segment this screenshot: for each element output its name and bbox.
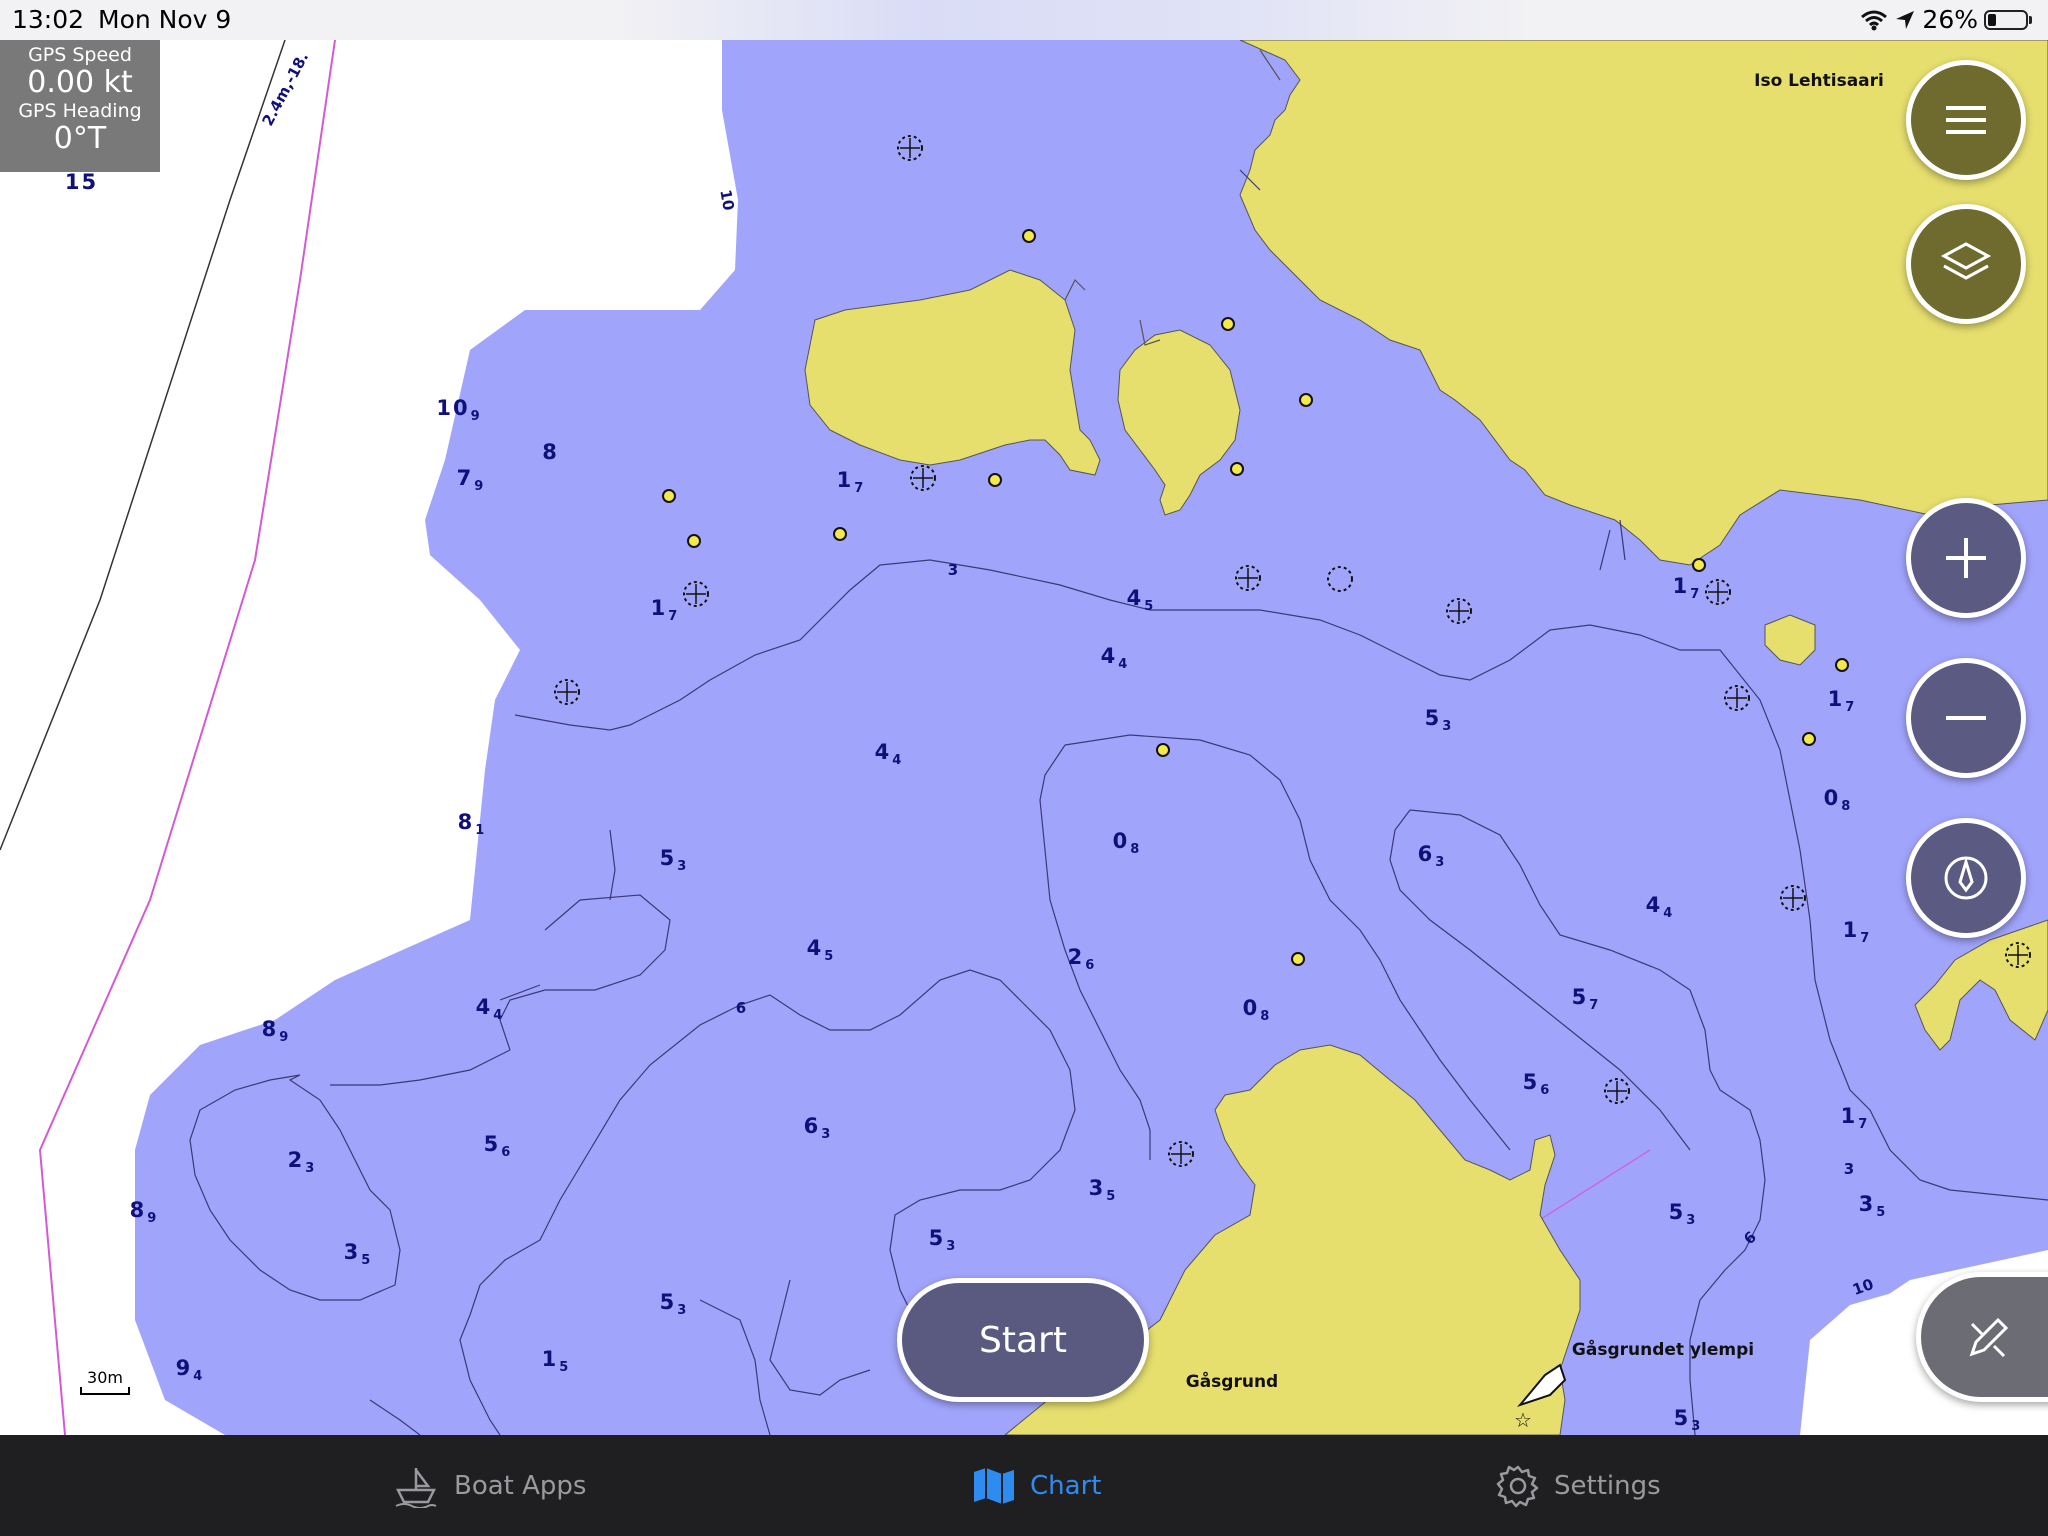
depth-sounding: 44: [1645, 893, 1675, 921]
depth-sounding: 17: [1842, 918, 1872, 946]
zoom-in-button[interactable]: [1906, 498, 2026, 618]
tab-settings-label: Settings: [1554, 1470, 1661, 1501]
depth-sounding: 53: [659, 1290, 689, 1318]
edit-route-button[interactable]: [1916, 1272, 2048, 1402]
depth-sounding: 63: [803, 1114, 833, 1142]
gear-icon: [1496, 1465, 1539, 1507]
start-button[interactable]: Start: [897, 1278, 1149, 1402]
battery-icon: [1984, 9, 2028, 30]
nautical-chart[interactable]: ☆ 2.4m,-18. 10 3 6 3 6 10 Iso Lehtisaari…: [0, 40, 2048, 1435]
svg-text:☆: ☆: [1514, 1408, 1532, 1432]
depth-sounding: 81: [457, 810, 487, 838]
menu-icon: [1946, 106, 1986, 134]
depth-sounding: 44: [1100, 644, 1130, 672]
depth-sounding: 53: [928, 1226, 958, 1254]
contour-label: 10: [716, 188, 738, 212]
depth-sounding: 08: [1823, 786, 1853, 814]
depth-sounding: 44: [475, 995, 505, 1023]
depth-sounding: 45: [1126, 586, 1156, 614]
tab-boat-apps-label: Boat Apps: [454, 1470, 587, 1501]
depth-sounding: 17: [650, 596, 680, 624]
status-date: Mon Nov 9: [98, 5, 232, 34]
depth-sounding: 94: [175, 1356, 205, 1384]
status-bar: 13:02 Mon Nov 9 26%: [0, 0, 2048, 40]
contour-label: 3: [1843, 1160, 1855, 1178]
layers-button[interactable]: [1906, 204, 2026, 324]
tab-settings[interactable]: Settings: [1496, 1435, 1661, 1536]
contour-label: 3: [947, 561, 959, 579]
edit-route-icon: [1969, 1317, 2008, 1358]
scale-bar: 30m: [80, 1368, 130, 1395]
depth-sounding: 53: [659, 846, 689, 874]
gps-speed-value: 0.00 kt: [27, 65, 133, 100]
depth-sounding: 89: [129, 1198, 159, 1226]
depth-sounding: 15: [541, 1347, 571, 1375]
scale-label: 30m: [87, 1368, 123, 1387]
wifi-icon: [1861, 10, 1888, 30]
depth-sounding: 56: [1522, 1070, 1552, 1098]
gps-heading-value: 0°T: [53, 121, 107, 156]
zoom-out-button[interactable]: [1906, 658, 2026, 778]
depth-sounding: 56: [483, 1132, 513, 1160]
depth-sounding: 53: [1424, 706, 1454, 734]
gps-speed-label: GPS Speed: [28, 44, 132, 66]
boat-icon: [395, 1467, 437, 1508]
depth-sounding: 17: [1827, 687, 1857, 715]
tab-boat-apps[interactable]: Boat Apps: [392, 1435, 586, 1536]
depth-sounding: 35: [1858, 1192, 1888, 1220]
menu-button[interactable]: [1906, 60, 2026, 180]
gps-data-panel[interactable]: GPS Speed 0.00 kt GPS Heading 0°T: [0, 40, 160, 172]
depth-sounding: 44: [874, 740, 904, 768]
depth-sounding: 57: [1571, 985, 1601, 1013]
battery-percent: 26%: [1922, 5, 1978, 34]
depth-sounding: 17: [1672, 574, 1702, 602]
map-icon: [974, 1467, 1014, 1504]
depth-sounding: 08: [1242, 996, 1272, 1024]
tab-chart[interactable]: Chart: [972, 1435, 1101, 1536]
depth-sounding: 89: [261, 1017, 291, 1045]
depth-sounding: 35: [343, 1240, 373, 1268]
status-time: 13:02: [12, 5, 85, 34]
zoom-out-icon: [1946, 716, 1986, 720]
gps-heading-label: GPS Heading: [18, 100, 142, 122]
chart-canvas[interactable]: ☆: [0, 40, 2048, 1435]
depth-sounding: 8: [542, 440, 559, 464]
location-arrow-icon: [1896, 10, 1915, 29]
battery-cap: [2029, 15, 2032, 24]
depth-sounding: 79: [456, 466, 486, 494]
depth-sounding: 53: [1673, 1406, 1703, 1434]
contour-label: 6: [735, 999, 747, 1017]
layers-icon: [1940, 242, 1992, 280]
depth-sounding: 15: [64, 170, 99, 194]
place-label: Gåsgrund: [1185, 1372, 1279, 1392]
depth-sounding: 109: [436, 396, 482, 424]
depth-sounding: 63: [1417, 842, 1447, 870]
depth-sounding: 17: [836, 468, 866, 496]
depth-sounding: 08: [1112, 829, 1142, 857]
place-label: Iso Lehtisaari: [1754, 71, 1884, 91]
depth-sounding: 23: [287, 1148, 317, 1176]
depth-sounding: 35: [1088, 1176, 1118, 1204]
depth-sounding: 26: [1067, 945, 1097, 973]
tab-chart-label: Chart: [1030, 1470, 1102, 1501]
compass-icon: [1944, 856, 1988, 900]
compass-button[interactable]: [1906, 818, 2026, 938]
status-right: 26%: [1860, 5, 2032, 34]
depth-sounding: 45: [806, 936, 836, 964]
scale-line: [80, 1387, 130, 1395]
depth-sounding: 17: [1840, 1104, 1870, 1132]
zoom-in-icon: [1946, 538, 1986, 578]
place-label: Gåsgrundet ylempi: [1571, 1340, 1755, 1360]
depth-sounding: 53: [1668, 1200, 1698, 1228]
tab-bar: Boat Apps Chart Settings: [0, 1435, 2048, 1536]
